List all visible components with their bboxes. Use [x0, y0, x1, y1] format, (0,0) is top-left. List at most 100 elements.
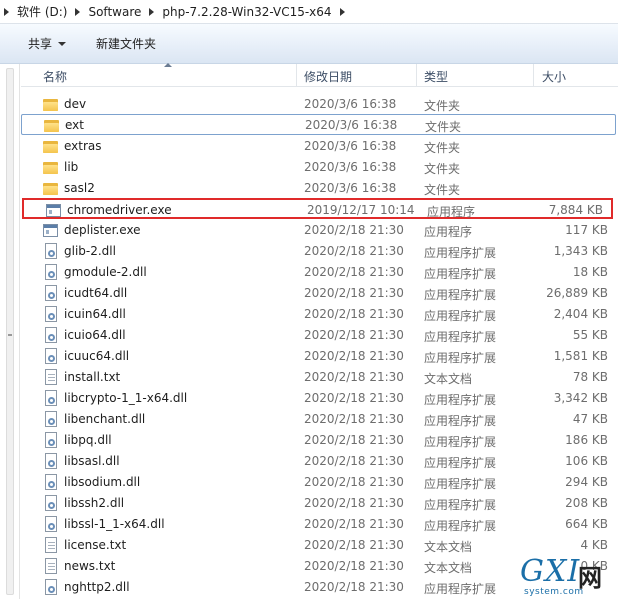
- file-name: extras: [64, 139, 102, 153]
- file-row[interactable]: ext 2020/3/6 16:38 文件夹: [21, 114, 616, 135]
- dll-icon: [45, 327, 57, 343]
- file-name: nghttp2.dll: [64, 580, 130, 594]
- file-type: 应用程序扩展: [424, 393, 497, 407]
- file-row[interactable]: libssh2.dll 2020/2/18 21:30 应用程序扩展 208 KB: [21, 493, 616, 514]
- file-row[interactable]: libsasl.dll 2020/2/18 21:30 应用程序扩展 106 KB: [21, 451, 616, 472]
- file-type: 文件夹: [424, 141, 461, 155]
- file-date: 2020/2/18 21:30: [304, 223, 404, 237]
- file-name: libcrypto-1_1-x64.dll: [64, 391, 188, 405]
- file-row[interactable]: install.txt 2020/2/18 21:30 文本文档 78 KB: [21, 367, 616, 388]
- file-name: news.txt: [64, 559, 116, 573]
- file-name: icuio64.dll: [64, 328, 126, 342]
- file-name: libenchant.dll: [64, 412, 146, 426]
- file-type: 应用程序扩展: [424, 582, 497, 596]
- folder-icon: [43, 183, 58, 195]
- column-header-name[interactable]: 名称: [43, 68, 67, 85]
- file-row[interactable]: chromedriver.exe 2019/12/17 10:14 应用程序 7,88…: [22, 198, 613, 219]
- file-size: 664 KB: [565, 517, 608, 531]
- file-size: 4 KB: [580, 538, 608, 552]
- file-name: libssh2.dll: [64, 496, 125, 510]
- file-row[interactable]: libsodium.dll 2020/2/18 21:30 应用程序扩展 294 KB: [21, 472, 616, 493]
- file-date: 2020/3/6 16:38: [305, 118, 398, 132]
- file-date: 2020/2/18 21:30: [304, 349, 404, 363]
- folder-icon: [43, 141, 58, 153]
- file-date: 2020/2/18 21:30: [304, 370, 404, 384]
- file-row[interactable]: deplister.exe 2020/2/18 21:30 应用程序 117 KB: [21, 220, 616, 241]
- file-size: 208 KB: [565, 496, 608, 510]
- dll-icon: [45, 474, 57, 490]
- exe-icon: [46, 204, 61, 217]
- file-size: 1,581 KB: [553, 349, 608, 363]
- file-row[interactable]: icuuc64.dll 2020/2/18 21:30 应用程序扩展 1,581 KB: [21, 346, 616, 367]
- column-divider[interactable]: [533, 64, 534, 87]
- column-divider[interactable]: [296, 64, 297, 87]
- file-date: 2020/2/18 21:30: [304, 517, 404, 531]
- file-row[interactable]: libpq.dll 2020/2/18 21:30 应用程序扩展 186 KB: [21, 430, 616, 451]
- file-row[interactable]: icudt64.dll 2020/2/18 21:30 应用程序扩展 26,889 K…: [21, 283, 616, 304]
- scrollbar-track[interactable]: [6, 68, 14, 595]
- file-size: 18 KB: [572, 265, 608, 279]
- breadcrumb-drive[interactable]: 软件 (D:): [17, 3, 67, 20]
- breadcrumb-arrow-icon[interactable]: [149, 7, 155, 16]
- file-row[interactable]: icuin64.dll 2020/2/18 21:30 应用程序扩展 2,404 KB: [21, 304, 616, 325]
- breadcrumb-php-folder[interactable]: php-7.2.28-Win32-VC15-x64: [162, 5, 331, 19]
- file-type: 应用程序扩展: [424, 330, 497, 344]
- breadcrumb-arrow-icon[interactable]: [339, 7, 345, 16]
- file-name: icuin64.dll: [64, 307, 126, 321]
- file-size: 55 KB: [572, 328, 608, 342]
- file-name: icudt64.dll: [64, 286, 128, 300]
- column-divider[interactable]: [416, 64, 417, 87]
- column-header-type[interactable]: 类型: [424, 68, 448, 85]
- file-row[interactable]: sasl2 2020/3/6 16:38 文件夹: [21, 178, 616, 199]
- file-type: 应用程序: [427, 205, 476, 219]
- new-folder-button[interactable]: 新建文件夹: [90, 32, 162, 56]
- chevron-down-icon: [58, 41, 67, 46]
- watermark-logo-text: GXI: [520, 554, 581, 589]
- file-row[interactable]: libcrypto-1_1-x64.dll 2020/2/18 21:30 应用程序…: [21, 388, 616, 409]
- file-row[interactable]: icuio64.dll 2020/2/18 21:30 应用程序扩展 55 KB: [21, 325, 616, 346]
- file-date: 2020/3/6 16:38: [304, 97, 397, 111]
- file-row[interactable]: libenchant.dll 2020/2/18 21:30 应用程序扩展 47 KB: [21, 409, 616, 430]
- file-name: libsodium.dll: [64, 475, 141, 489]
- navigation-pane-scrollbar[interactable]: [0, 64, 20, 599]
- dll-icon: [45, 348, 57, 364]
- file-size: 78 KB: [572, 370, 608, 384]
- file-size: 117 KB: [565, 223, 608, 237]
- file-size: 106 KB: [565, 454, 608, 468]
- file-name: libpq.dll: [64, 433, 112, 447]
- file-date: 2020/2/18 21:30: [304, 496, 404, 510]
- file-date: 2019/12/17 10:14: [307, 203, 415, 217]
- dll-icon: [45, 453, 57, 469]
- file-type: 文件夹: [425, 120, 462, 134]
- new-folder-button-label: 新建文件夹: [96, 37, 157, 51]
- file-name: deplister.exe: [64, 223, 141, 237]
- file-name: dev: [64, 97, 87, 111]
- file-size: 26,889 KB: [546, 286, 608, 300]
- file-row[interactable]: libssl-1_1-x64.dll 2020/2/18 21:30 应用程序扩展 6…: [21, 514, 616, 535]
- file-type: 应用程序扩展: [424, 414, 497, 428]
- file-date: 2020/2/18 21:30: [304, 475, 404, 489]
- column-header-size[interactable]: 大小: [542, 68, 566, 85]
- breadcrumb-arrow-icon[interactable]: [75, 7, 81, 16]
- share-button[interactable]: 共享: [22, 32, 72, 56]
- file-name: glib-2.dll: [64, 244, 116, 258]
- file-row[interactable]: glib-2.dll 2020/2/18 21:30 应用程序扩展 1,343 KB: [21, 241, 616, 262]
- file-type: 应用程序扩展: [424, 288, 497, 302]
- address-bar[interactable]: 软件 (D:) Software php-7.2.28-Win32-VC15-x…: [0, 0, 618, 24]
- file-row[interactable]: dev 2020/3/6 16:38 文件夹: [21, 94, 616, 115]
- file-size: 294 KB: [565, 475, 608, 489]
- column-header-date[interactable]: 修改日期: [304, 68, 352, 85]
- file-date: 2020/2/18 21:30: [304, 307, 404, 321]
- folder-icon: [43, 162, 58, 174]
- file-row[interactable]: gmodule-2.dll 2020/2/18 21:30 应用程序扩展 18 KB: [21, 262, 616, 283]
- file-row[interactable]: extras 2020/3/6 16:38 文件夹: [21, 136, 616, 157]
- file-date: 2020/2/18 21:30: [304, 538, 404, 552]
- scrollbar-grip-icon: [8, 334, 12, 336]
- breadcrumb-arrow-icon[interactable]: [4, 7, 9, 16]
- file-row[interactable]: lib 2020/3/6 16:38 文件夹: [21, 157, 616, 178]
- file-row[interactable]: license.txt 2020/2/18 21:30 文本文档 4 KB: [21, 535, 616, 556]
- file-type: 文件夹: [424, 162, 461, 176]
- file-type: 文本文档: [424, 561, 473, 575]
- breadcrumb-software[interactable]: Software: [88, 5, 141, 19]
- dll-icon: [45, 516, 57, 532]
